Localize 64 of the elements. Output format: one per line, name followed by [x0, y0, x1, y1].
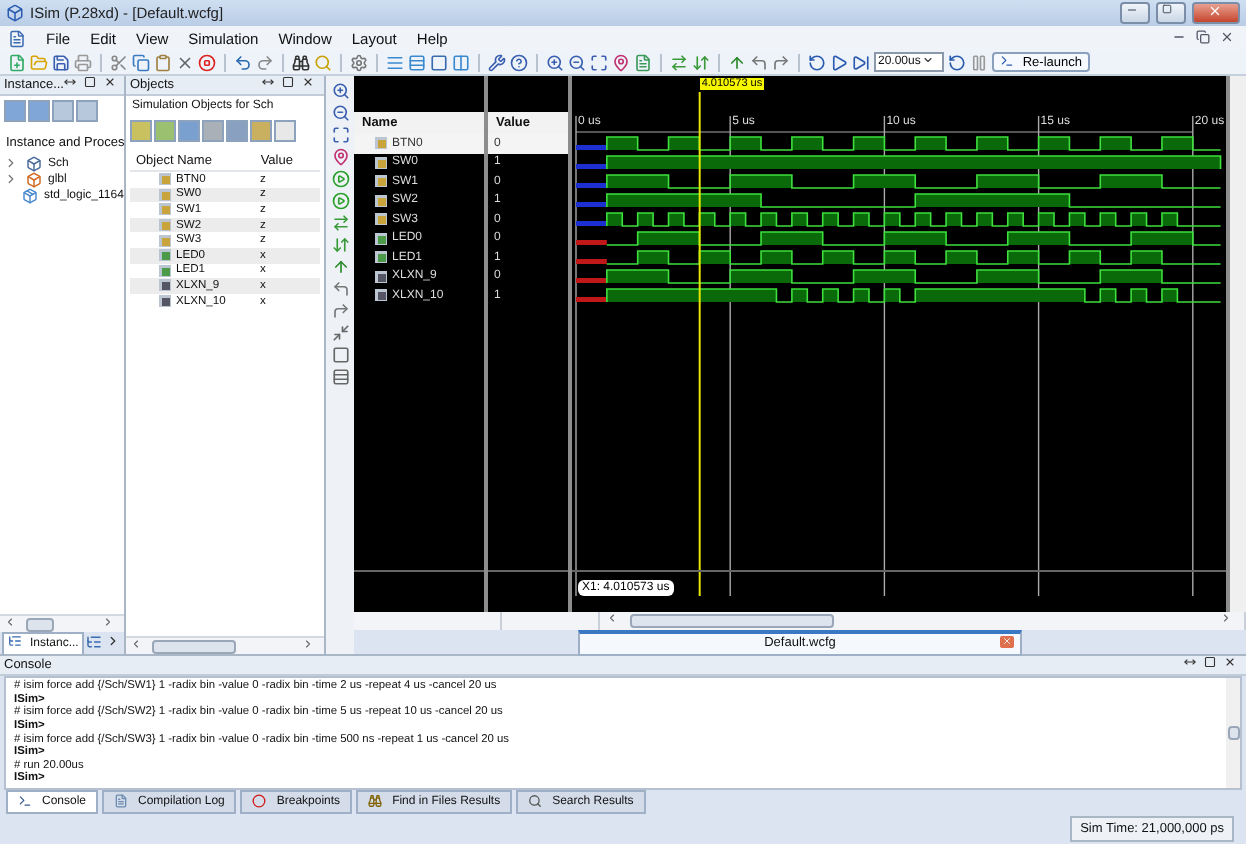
scroll-thumb[interactable] — [1227, 726, 1239, 740]
lines-icon[interactable] — [386, 53, 404, 71]
maximize-button[interactable] — [1156, 2, 1186, 24]
step-left-icon[interactable] — [750, 53, 768, 71]
paste-icon[interactable] — [154, 53, 172, 71]
scroll-thumb[interactable] — [26, 617, 54, 631]
window-icon[interactable] — [430, 53, 448, 71]
copy-icon[interactable] — [132, 53, 150, 71]
zoom-out-icon[interactable] — [331, 104, 349, 122]
filter-icon[interactable] — [274, 120, 296, 142]
search-icon[interactable] — [528, 793, 547, 811]
zoom-out-icon[interactable] — [568, 53, 586, 71]
help-icon[interactable] — [510, 53, 528, 71]
hierarchy-icon[interactable] — [86, 634, 105, 652]
document-icon[interactable] — [634, 53, 652, 71]
close-button[interactable] — [1192, 2, 1240, 24]
rows-icon[interactable] — [331, 368, 349, 386]
snap-icon[interactable] — [331, 324, 349, 342]
module-icon[interactable] — [26, 171, 44, 189]
zoom-in-icon[interactable] — [546, 53, 564, 71]
binoculars-icon[interactable] — [292, 53, 310, 71]
step-left-icon[interactable] — [331, 280, 349, 298]
swap-vertical-icon[interactable] — [331, 236, 349, 254]
step-right-icon[interactable] — [331, 302, 349, 320]
zoom-in-icon[interactable] — [331, 82, 349, 100]
app-icon — [6, 4, 24, 22]
zoom-fit-icon[interactable] — [331, 126, 349, 144]
arrow-up-icon[interactable] — [728, 53, 746, 71]
breakpoint-icon[interactable] — [252, 793, 271, 811]
rows-icon[interactable] — [408, 53, 426, 71]
restart-icon[interactable] — [808, 53, 826, 71]
hierarchy-icon[interactable] — [8, 634, 26, 652]
module-icon[interactable] — [26, 155, 44, 173]
zoom-fit-icon[interactable] — [590, 53, 608, 71]
reset-icon[interactable] — [948, 53, 967, 71]
run-for-icon[interactable] — [852, 53, 870, 71]
pause-icon[interactable] — [970, 53, 989, 71]
wrench-icon[interactable] — [488, 53, 506, 71]
scroll-thumb[interactable] — [152, 639, 236, 653]
restore-icon[interactable] — [1196, 29, 1214, 47]
gear-icon[interactable] — [350, 53, 368, 71]
marker-icon[interactable] — [612, 53, 630, 71]
minimize-button[interactable] — [1120, 2, 1150, 24]
marker-icon[interactable] — [331, 148, 349, 166]
vertical-scrollbar[interactable] — [1230, 76, 1246, 612]
step-right-icon[interactable] — [772, 53, 790, 71]
columns-icon[interactable] — [452, 53, 470, 71]
stop-icon[interactable] — [198, 53, 216, 71]
frame-icon[interactable] — [331, 346, 349, 364]
console-icon[interactable] — [18, 793, 36, 811]
document-icon[interactable] — [8, 29, 26, 47]
delete-icon[interactable] — [176, 53, 194, 71]
arrow-up-icon[interactable] — [331, 258, 349, 276]
package-icon[interactable] — [22, 187, 40, 205]
scroll-thumb[interactable] — [630, 614, 834, 628]
new-file-icon[interactable] — [8, 53, 26, 71]
save-icon[interactable] — [52, 53, 70, 71]
go-to-start-icon[interactable] — [331, 170, 349, 188]
undo-icon[interactable] — [234, 53, 252, 71]
swap-vertical-icon[interactable] — [692, 53, 710, 71]
run-icon[interactable] — [830, 53, 848, 71]
swap-icon[interactable] — [670, 53, 688, 71]
swap-icon[interactable] — [331, 214, 349, 232]
go-to-end-icon[interactable] — [331, 192, 349, 210]
